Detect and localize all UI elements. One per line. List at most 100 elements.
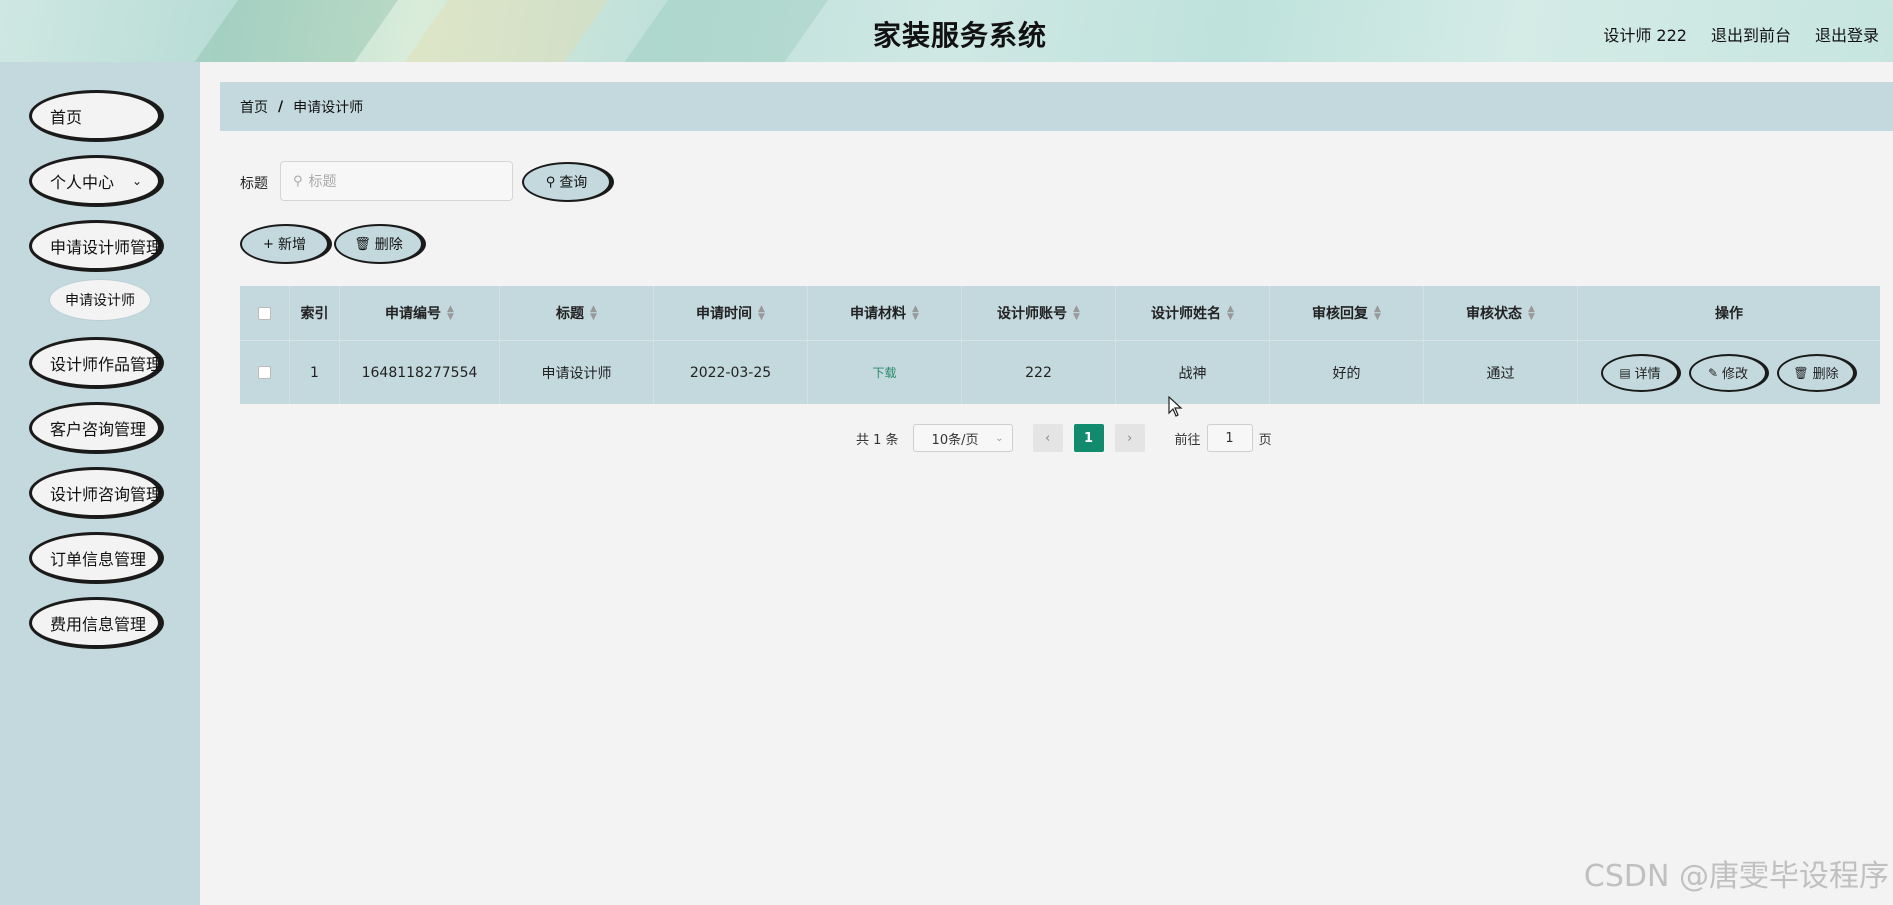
delete-button-label: 删除 [374,237,403,253]
sidebar-item-label: 费用信息管理 [50,614,147,634]
column-label: 审核状态 [1466,306,1523,322]
column-header: 操作 [1578,286,1880,340]
sort-icon[interactable]: ▲ ▼ [1374,305,1381,322]
query-button-label: 查询 [559,175,588,191]
sidebar-item-apply-designer-mgmt[interactable]: 申请设计师管理 [29,220,164,272]
search-icon: ⚲ [293,173,303,189]
sort-icon[interactable]: ▲ ▼ [1528,305,1535,322]
search-label: 标题 [240,176,268,192]
cell-actions: ▤ 详情 ✎ 修改 🗑 删除 [1578,341,1880,404]
sort-icon[interactable]: ▲ ▼ [590,305,597,322]
sidebar-item-label: 客户咨询管理 [50,419,147,439]
download-link[interactable]: 下载 [872,364,896,381]
next-page-button[interactable]: › [1114,424,1145,452]
sidebar-item-customer-consult-mgmt[interactable]: 客户咨询管理 [29,402,164,454]
search-input[interactable]: ⚲ 标题 [280,161,513,201]
chevron-left-icon: ‹ [1044,430,1051,446]
breadcrumb: 首页 / 申请设计师 [220,82,1893,131]
column-header[interactable]: 审核回复 ▲ ▼ [1270,286,1424,340]
delete-label: 删除 [1812,367,1839,382]
plus-icon: + [263,236,274,252]
page-number-button[interactable]: 1 [1073,424,1104,452]
trash-icon: 🗑 [1793,365,1809,380]
cell-apply-time: 2022-03-25 [654,341,808,404]
prev-page-button[interactable]: ‹ [1032,424,1063,452]
sort-icon[interactable]: ▲ ▼ [912,305,919,322]
column-label: 申请编号 [385,306,442,322]
sidebar-item-personal-center[interactable]: 个人中心 ⌄ [29,155,164,207]
column-header[interactable]: 申请时间 ▲ ▼ [654,286,808,340]
sidebar-item-label: 设计师作品管理 [50,354,163,374]
top-header: 家装服务系统 设计师 222 退出到前台 退出登录 [0,0,1893,62]
column-header[interactable]: 审核状态 ▲ ▼ [1424,286,1578,340]
edit-button[interactable]: ✎ 修改 [1689,353,1769,392]
sort-icon[interactable]: ▲ ▼ [758,305,765,322]
watermark: CSDN @唐雯毕设程序 [1583,859,1889,894]
column-label: 申请时间 [696,306,753,322]
logout-link[interactable]: 退出登录 [1815,22,1879,46]
sidebar-item-label: 个人中心 [50,172,115,192]
table-row: 1 1648118277554 申请设计师 2022-03-25 下载 222 … [240,340,1880,404]
sidebar-item-order-mgmt[interactable]: 订单信息管理 [29,532,164,584]
detail-label: 详情 [1634,367,1661,382]
cell-account: 222 [962,341,1116,404]
delete-button[interactable]: 🗑 删除 [1777,353,1857,392]
column-label: 索引 [300,306,329,322]
add-button-label: 新增 [277,237,306,253]
table-header: 索引 申请编号 ▲ ▼ 标题 ▲ ▼ 申请时间 ▲ ▼ 申请材料 ▲ ▼ 设计师账号 ▲ ▼ 设计师… [240,286,1880,340]
sidebar-item-designer-works-mgmt[interactable]: 设计师作品管理 [29,337,164,389]
column-header: 索引 [290,286,340,340]
document-icon: ▤ [1619,365,1631,380]
query-button[interactable]: ⚲ 查询 [522,162,614,202]
column-header[interactable]: 设计师姓名 ▲ ▼ [1116,286,1270,340]
breadcrumb-home[interactable]: 首页 [240,97,268,117]
header-actions: 设计师 222 退出到前台 退出登录 [1603,22,1879,46]
sidebar-item-label: 申请设计师管理 [50,237,163,257]
edit-icon: ✎ [1707,365,1719,380]
goto-label: 前往 [1174,432,1201,448]
column-label: 审核回复 [1312,306,1369,322]
sidebar-item-fee-mgmt[interactable]: 费用信息管理 [29,597,164,649]
select-all-checkbox[interactable] [258,306,271,320]
select-all-cell [240,286,290,340]
page-unit-label: 页 [1258,432,1272,448]
sidebar-item-label: 设计师咨询管理 [50,484,163,504]
exit-to-front-link[interactable]: 退出到前台 [1711,22,1791,46]
detail-button[interactable]: ▤ 详情 [1601,353,1681,392]
sidebar-item-label: 订单信息管理 [50,549,147,569]
data-table: 索引 申请编号 ▲ ▼ 标题 ▲ ▼ 申请时间 ▲ ▼ 申请材料 ▲ ▼ 设计师账号 ▲ ▼ 设计师… [240,286,1880,404]
sidebar: 首页 个人中心 ⌄ 申请设计师管理 申请设计师 设计师作品管理 客户咨询管理 设计… [0,62,200,905]
cell-index: 1 [290,341,340,404]
column-header[interactable]: 设计师账号 ▲ ▼ [962,286,1116,340]
sidebar-subitem-apply-designer[interactable]: 申请设计师 [50,280,150,320]
column-label: 申请材料 [850,306,907,322]
column-label: 设计师姓名 [1151,306,1222,322]
chevron-down-icon: ⌄ [995,432,1004,444]
cell-material: 下载 [808,341,962,404]
sidebar-item-label: 首页 [50,107,83,127]
page-size-select[interactable]: 10条/页 ⌄ [912,424,1013,452]
breadcrumb-separator: / [278,98,284,115]
column-label: 标题 [556,306,585,322]
column-header[interactable]: 申请材料 ▲ ▼ [808,286,962,340]
goto-page-input[interactable]: 1 [1206,424,1253,452]
search-placeholder: 标题 [308,174,337,190]
batch-delete-button[interactable]: 🗑 删除 [334,224,426,264]
cell-apply-no: 1648118277554 [340,341,500,404]
edit-label: 修改 [1722,367,1749,382]
chevron-down-icon: ⌄ [131,174,142,188]
page-size-value: 10条/页 [931,432,979,448]
sort-icon[interactable]: ▲ ▼ [447,305,454,322]
cell-name: 战神 [1116,341,1270,404]
row-checkbox[interactable] [258,366,271,379]
sort-icon[interactable]: ▲ ▼ [1227,305,1234,322]
column-header[interactable]: 申请编号 ▲ ▼ [340,286,500,340]
add-button[interactable]: + 新增 [240,224,332,264]
sort-icon[interactable]: ▲ ▼ [1073,305,1080,322]
column-label: 设计师账号 [997,306,1068,322]
column-header[interactable]: 标题 ▲ ▼ [500,286,654,340]
cell-reply: 好的 [1270,341,1424,404]
column-label: 操作 [1715,306,1743,322]
sidebar-item-designer-consult-mgmt[interactable]: 设计师咨询管理 [29,467,164,519]
sidebar-item-home[interactable]: 首页 [29,90,164,142]
